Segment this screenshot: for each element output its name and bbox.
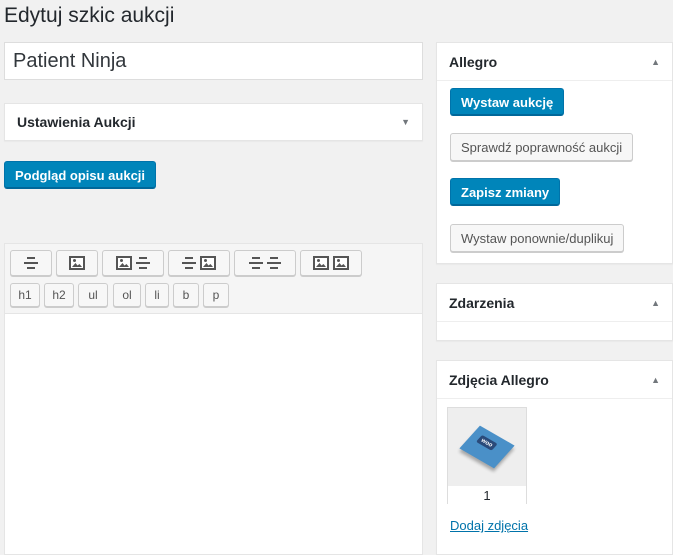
add-photos-link[interactable]: Dodaj zdjęcia xyxy=(450,518,528,533)
tag-li-button[interactable]: li xyxy=(145,283,169,307)
image-icon xyxy=(200,256,216,270)
align-center-icon xyxy=(182,257,196,269)
page-title: Edytuj szkic aukcji xyxy=(4,4,175,27)
layout-image-button[interactable] xyxy=(56,250,98,276)
post-title-input[interactable] xyxy=(4,42,423,80)
editor-content-area[interactable] xyxy=(5,314,422,554)
tag-b-button[interactable]: b xyxy=(173,283,199,307)
events-box-title: Zdarzenia xyxy=(449,294,515,311)
allegro-box-title: Allegro xyxy=(449,53,498,70)
tag-ul-button[interactable]: ul xyxy=(78,283,108,307)
settings-box-header[interactable]: Ustawienia Aukcji ▼ xyxy=(5,104,422,140)
save-changes-button[interactable]: Zapisz zmiany xyxy=(450,178,561,206)
photos-box-title: Zdjęcia Allegro xyxy=(449,371,549,388)
image-icon xyxy=(333,256,349,270)
tag-h1-button[interactable]: h1 xyxy=(10,283,40,307)
events-box-header[interactable]: Zdarzenia ▲ xyxy=(437,284,672,322)
product-book-image: woo xyxy=(459,425,515,469)
woo-logo: woo xyxy=(475,434,498,451)
settings-box-title: Ustawienia Aukcji xyxy=(17,114,136,130)
photos-box-header[interactable]: Zdjęcia Allegro ▲ xyxy=(437,361,672,399)
tag-h2-button[interactable]: h2 xyxy=(44,283,74,307)
settings-box: Ustawienia Aukcji ▼ xyxy=(4,103,423,141)
tag-p-button[interactable]: p xyxy=(203,283,229,307)
allegro-photos-box: Zdjęcia Allegro ▲ woo 1 Dodaj zdjęcia xyxy=(436,360,673,555)
image-icon xyxy=(313,256,329,270)
events-box: Zdarzenia ▲ xyxy=(436,283,673,341)
align-center-icon xyxy=(267,257,281,269)
allegro-box: Allegro ▲ Wystaw aukcję Sprawdź poprawno… xyxy=(436,42,673,264)
chevron-up-icon[interactable]: ▲ xyxy=(651,298,660,308)
image-icon xyxy=(116,256,132,270)
align-center-icon xyxy=(136,257,150,269)
align-center-icon xyxy=(249,257,263,269)
preview-description-button[interactable]: Podgląd opisu aukcji xyxy=(4,161,157,189)
chevron-down-icon[interactable]: ▼ xyxy=(401,117,410,127)
description-editor: h1 h2 ul ol li b p xyxy=(4,243,423,555)
layout-two-images-button[interactable] xyxy=(300,250,362,276)
layout-image-text-button[interactable] xyxy=(102,250,164,276)
layout-align-center-button[interactable] xyxy=(10,250,52,276)
layout-text-image-button[interactable] xyxy=(168,250,230,276)
editor-toolbar: h1 h2 ul ol li b p xyxy=(5,244,422,314)
chevron-up-icon[interactable]: ▲ xyxy=(651,375,660,385)
photo-number: 1 xyxy=(448,486,526,504)
tag-ol-button[interactable]: ol xyxy=(113,283,141,307)
repost-duplicate-button[interactable]: Wystaw ponownie/duplikuj xyxy=(450,224,625,252)
align-center-icon xyxy=(24,257,38,269)
image-icon xyxy=(69,256,85,270)
product-image: woo xyxy=(448,408,526,486)
chevron-up-icon[interactable]: ▲ xyxy=(651,57,660,67)
layout-two-columns-button[interactable] xyxy=(234,250,296,276)
post-auction-button[interactable]: Wystaw aukcję xyxy=(450,88,565,116)
photo-thumbnail[interactable]: woo 1 xyxy=(447,407,527,504)
validate-auction-button[interactable]: Sprawdź poprawność aukcji xyxy=(450,133,634,161)
allegro-box-header[interactable]: Allegro ▲ xyxy=(437,43,672,81)
